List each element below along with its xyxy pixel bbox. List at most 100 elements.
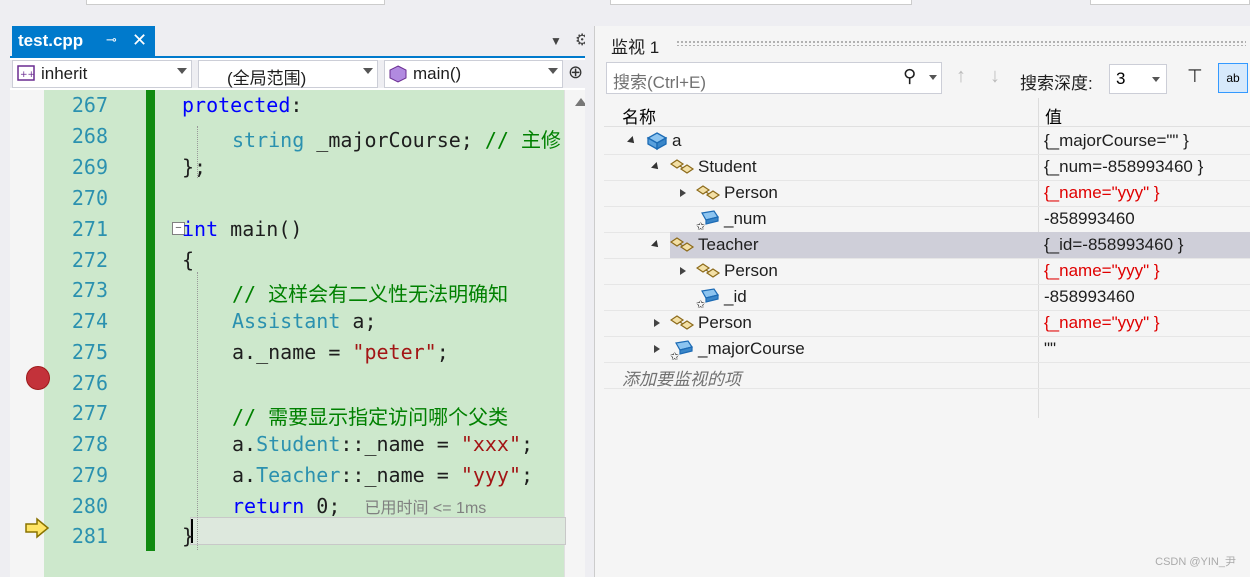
watch-row-name: _id (724, 287, 747, 306)
svg-text:✩: ✩ (696, 221, 705, 231)
search-icon[interactable]: ⚲ (903, 66, 916, 87)
line-number: 277 (71, 401, 108, 425)
watch-row-value: {_name="yyy" } (1044, 183, 1160, 202)
pin-icon[interactable]: ⊸ (106, 32, 117, 48)
line-number: 268 (71, 124, 108, 148)
top-strip (0, 0, 1250, 22)
code-line-275: a._name = "peter"; (232, 340, 449, 364)
watch-row-name: Person (724, 183, 778, 202)
chevron-down-icon (363, 68, 373, 74)
column-header-name[interactable]: 名称 (622, 103, 656, 128)
line-number: 281 (71, 524, 108, 548)
line-number: 272 (71, 248, 108, 272)
watch-row-name: Person (698, 313, 752, 332)
watch-row-name: _majorCourse (698, 339, 805, 358)
navigation-bar: ++ inherit (全局范围) main() ⊕ (10, 60, 595, 88)
line-number: 276 (71, 371, 108, 395)
watch-row[interactable]: ✩ _majorCourse "" (604, 336, 1250, 363)
top-panel-edge (1090, 0, 1250, 5)
function-dropdown[interactable]: main() (384, 60, 563, 88)
project-label: inherit (41, 64, 88, 83)
current-statement-arrow-icon (25, 517, 50, 539)
line-number: 280 (71, 494, 108, 518)
column-header-value[interactable]: 值 (1045, 103, 1062, 128)
protected-field-icon: ✩ (696, 210, 719, 231)
code-line-272: { (182, 248, 195, 272)
search-depth-dropdown[interactable]: 3 (1109, 64, 1167, 94)
expand-icon[interactable] (680, 267, 686, 275)
scope-dropdown[interactable]: (全局范围) (198, 60, 378, 88)
watch-toolbar: 搜索(Ctrl+E) ⚲ ↑ ↓ 搜索深度: 3 ⊤ ab (604, 60, 1250, 96)
elapsed-time-hint: 已用时间 <= 1ms (364, 500, 487, 517)
watch-row[interactable]: a {_majorCourse="" } (604, 128, 1250, 155)
watch-row-value: -858993460 (1044, 287, 1135, 306)
base-class-icon (670, 237, 695, 252)
chevron-down-icon (1152, 77, 1160, 82)
watch-row-value: {_id=-858993460 } (1044, 235, 1184, 254)
expand-icon[interactable] (654, 319, 660, 327)
svg-text:++: ++ (20, 70, 35, 80)
search-next-icon[interactable]: ↓ (990, 65, 1000, 88)
code-line-271: int main() (182, 217, 303, 241)
code-line-269: }; (182, 155, 207, 179)
line-number: 270 (71, 186, 108, 210)
watch-row-selected[interactable]: Teacher {_id=-858993460 } (604, 232, 1250, 259)
base-class-icon (696, 185, 721, 200)
collapse-icon[interactable] (651, 162, 661, 172)
add-watch-placeholder[interactable]: 添加要监视的项 (622, 365, 741, 390)
expand-icon[interactable] (654, 345, 660, 353)
line-number: 275 (71, 340, 108, 364)
search-previous-icon[interactable]: ↑ (956, 65, 966, 88)
tab-list-dropdown-icon[interactable]: ▼ (550, 34, 562, 48)
tab-title: test.cpp (18, 31, 84, 50)
collapse-icon[interactable] (651, 240, 661, 250)
function-label: main() (413, 64, 462, 83)
code-line-281: } (182, 524, 195, 548)
line-number: 274 (71, 309, 108, 333)
view-mode-icon[interactable]: ab (1218, 63, 1248, 93)
watch-row[interactable]: ✩ _num -858993460 (604, 206, 1250, 233)
current-line-highlight (190, 517, 566, 545)
watch-row[interactable]: ✩ _id -858993460 (604, 284, 1250, 311)
watch-row-value: {_name="yyy" } (1044, 261, 1160, 280)
title-grip[interactable] (676, 40, 1246, 46)
close-icon[interactable]: ✕ (132, 30, 147, 51)
pin-filter-icon[interactable]: ⊤ (1187, 66, 1203, 87)
watch-row-name: Student (698, 157, 757, 176)
chevron-down-icon[interactable] (929, 75, 937, 80)
chevron-down-icon (177, 68, 187, 74)
line-number: 278 (71, 432, 108, 456)
collapse-icon[interactable] (627, 136, 637, 146)
code-editor: test.cpp ⊸ ✕ ▼ ⚙ ++ inherit (全局范围) main(… (10, 26, 596, 577)
breakpoint-icon[interactable] (26, 366, 50, 390)
glyph-margin[interactable] (10, 90, 44, 577)
line-number: 271 (71, 217, 108, 241)
watch-row[interactable]: Person {_name="yyy" } (604, 310, 1250, 337)
watch-title: 监视 1 (611, 38, 660, 57)
svg-text:✩: ✩ (670, 351, 679, 361)
search-placeholder: 搜索(Ctrl+E) (613, 73, 707, 92)
expand-icon[interactable] (680, 189, 686, 197)
watch-grid: 名称 值 a {_majorCourse="" } Student {_num=… (604, 98, 1250, 577)
code-line-277: // 需要显示指定访问哪个父类 (232, 405, 509, 429)
project-dropdown[interactable]: ++ inherit (12, 60, 192, 88)
protected-field-icon: ✩ (670, 340, 693, 361)
watch-row[interactable]: Person {_name="yyy" } (604, 180, 1250, 207)
watch-row-value: -858993460 (1044, 209, 1135, 228)
code-line-267: protected: (182, 93, 303, 117)
svg-text:✩: ✩ (696, 299, 705, 309)
panel-splitter[interactable] (585, 26, 594, 577)
base-class-icon (670, 315, 695, 330)
top-panel-edge (86, 0, 385, 5)
line-number: 267 (71, 93, 108, 117)
add-watch-row[interactable]: 添加要监视的项 (604, 362, 1250, 389)
watch-search-input[interactable]: 搜索(Ctrl+E) ⚲ (606, 62, 942, 94)
indent-guide (197, 272, 199, 550)
watch-row[interactable]: Student {_num=-858993460 } (604, 154, 1250, 181)
split-window-icon[interactable]: ⊕ (568, 62, 583, 83)
watch-row[interactable]: Person {_name="yyy" } (604, 258, 1250, 285)
code-line-274: Assistant a; (232, 309, 377, 333)
watch-row-name: _num (724, 209, 767, 228)
tab-test-cpp[interactable]: test.cpp ⊸ ✕ (12, 26, 155, 56)
base-class-icon (670, 159, 695, 174)
